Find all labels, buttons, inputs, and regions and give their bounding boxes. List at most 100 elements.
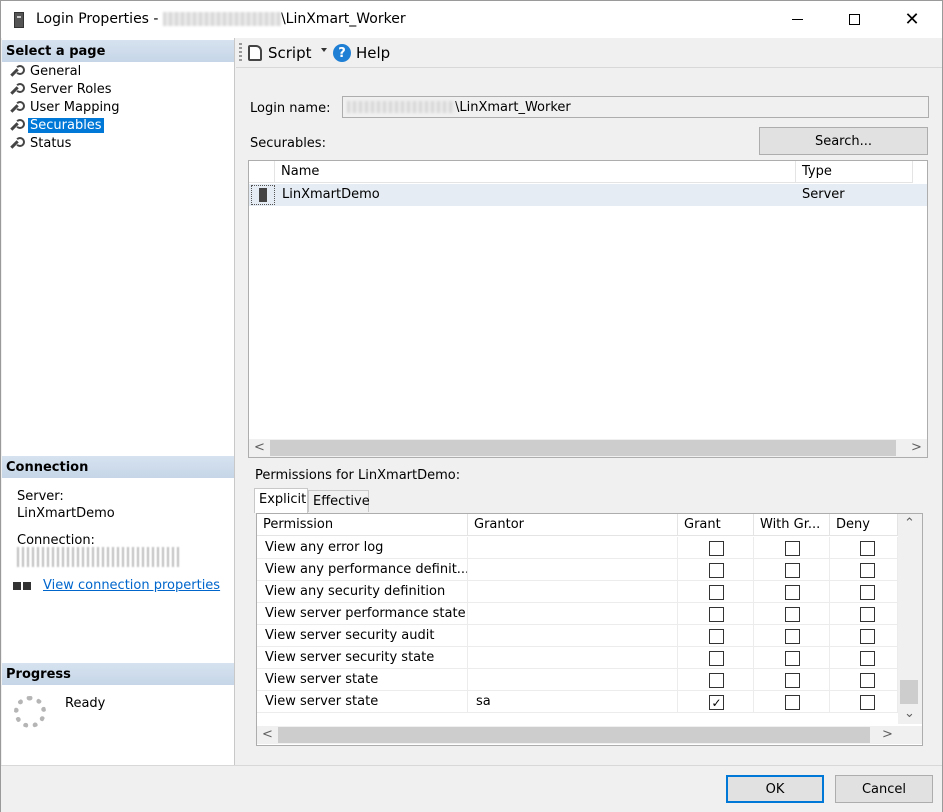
progress-status: Ready	[65, 696, 106, 711]
script-dropdown-arrow-icon[interactable]	[321, 48, 327, 52]
permission-name: View server state	[257, 669, 468, 691]
server-value: LinXmartDemo	[17, 506, 115, 521]
page-item-label: Securables	[28, 117, 104, 133]
deny-checkbox[interactable]	[860, 651, 875, 666]
redacted-login-domain	[162, 12, 281, 26]
window-title-suffix: \LinXmart_Worker	[280, 11, 406, 27]
view-connection-properties[interactable]: View connection properties	[13, 578, 220, 593]
grant-checkbox[interactable]: ✓	[709, 695, 724, 710]
column-header-grant[interactable]: Grant	[678, 514, 754, 536]
grant-checkbox[interactable]	[709, 607, 724, 622]
grant-checkbox[interactable]	[709, 651, 724, 666]
column-header-with-grant[interactable]: With Gr...	[754, 514, 830, 536]
with-grant-checkbox[interactable]	[785, 629, 800, 644]
column-header-name[interactable]: Name	[275, 161, 796, 183]
with-grant-checkbox[interactable]	[785, 541, 800, 556]
with-grant-checkbox[interactable]	[785, 673, 800, 688]
view-connection-properties-link[interactable]: View connection properties	[43, 578, 220, 593]
page-item-general[interactable]: General	[9, 63, 83, 79]
deny-checkbox[interactable]	[860, 629, 875, 644]
maximize-icon	[848, 14, 860, 25]
connection-header: Connection	[2, 456, 234, 478]
table-row[interactable]: LinXmartDemo Server	[249, 184, 927, 206]
grant-checkbox[interactable]	[709, 563, 724, 578]
grant-checkbox[interactable]	[709, 541, 724, 556]
deny-checkbox[interactable]	[860, 585, 875, 600]
deny-checkbox[interactable]	[860, 541, 875, 556]
row-selector[interactable]	[251, 185, 275, 205]
grant-checkbox[interactable]	[709, 629, 724, 644]
wrench-icon	[9, 82, 25, 96]
table-row[interactable]: View server security audit	[257, 625, 898, 647]
grid-corner	[249, 161, 275, 183]
permissions-label: Permissions for LinXmartDemo:	[255, 468, 461, 483]
toolbar-grip[interactable]	[239, 43, 242, 63]
script-button[interactable]: Script	[248, 42, 312, 64]
page-item-securables[interactable]: Securables	[9, 117, 104, 133]
column-header-type[interactable]: Type	[796, 161, 913, 183]
deny-checkbox[interactable]	[860, 563, 875, 578]
scroll-right-icon[interactable]: >	[911, 440, 922, 455]
permission-name: View server state	[257, 691, 468, 713]
scrollbar-thumb[interactable]	[278, 727, 870, 743]
tab-explicit[interactable]: Explicit	[254, 488, 308, 513]
column-header-grantor[interactable]: Grantor	[468, 514, 678, 536]
with-grant-checkbox[interactable]	[785, 563, 800, 578]
grant-checkbox[interactable]	[709, 673, 724, 688]
table-row[interactable]: View server performance state	[257, 603, 898, 625]
grant-checkbox[interactable]	[709, 585, 724, 600]
tab-effective[interactable]: Effective	[308, 490, 370, 512]
search-button[interactable]: Search...	[759, 127, 928, 155]
permission-name: View any performance definit...	[257, 559, 468, 581]
column-header-deny[interactable]: Deny	[830, 514, 898, 536]
table-row[interactable]: View any error log	[257, 537, 898, 559]
page-item-user-mapping[interactable]: User Mapping	[9, 99, 122, 115]
left-panel: Select a page General Server Roles User …	[2, 38, 235, 765]
title-bar: Login Properties - \LinXmart_Worker ✕	[1, 1, 942, 38]
table-row[interactable]: View server state sa ✓	[257, 691, 898, 713]
wrench-icon	[9, 136, 25, 150]
scrollbar-thumb[interactable]	[900, 680, 918, 704]
cancel-button[interactable]: Cancel	[835, 775, 933, 803]
progress-header: Progress	[2, 663, 234, 685]
with-grant-checkbox[interactable]	[785, 585, 800, 600]
permissions-horizontal-scrollbar[interactable]: < >	[257, 726, 922, 744]
script-icon	[248, 45, 262, 61]
permissions-vertical-scrollbar[interactable]: ⌃ ⌄	[898, 514, 922, 724]
securable-type: Server	[802, 187, 845, 202]
scrollbar-thumb[interactable]	[270, 440, 896, 456]
table-row[interactable]: View any security definition	[257, 581, 898, 603]
scroll-left-icon[interactable]: <	[254, 440, 265, 455]
select-page-header: Select a page	[2, 40, 234, 62]
close-button[interactable]: ✕	[889, 1, 935, 38]
login-name-value: \LinXmart_Worker	[455, 99, 571, 115]
with-grant-checkbox[interactable]	[785, 651, 800, 666]
redacted-connection-value	[17, 547, 182, 567]
securables-horizontal-scrollbar[interactable]: < >	[249, 439, 927, 457]
table-row[interactable]: View server security state	[257, 647, 898, 669]
help-button[interactable]: ? Help	[333, 42, 390, 64]
scroll-right-icon[interactable]: >	[882, 727, 893, 742]
securable-name: LinXmartDemo	[282, 187, 380, 202]
scroll-down-icon[interactable]: ⌄	[904, 706, 915, 721]
page-item-label: Server Roles	[30, 81, 112, 97]
page-item-status[interactable]: Status	[9, 135, 73, 151]
deny-checkbox[interactable]	[860, 607, 875, 622]
scroll-up-icon[interactable]: ⌃	[904, 516, 915, 531]
connection-label: Connection:	[17, 533, 95, 548]
table-row[interactable]: View any performance definit...	[257, 559, 898, 581]
minimize-button[interactable]	[774, 1, 820, 38]
maximize-button[interactable]	[831, 1, 877, 38]
table-row[interactable]: View server state	[257, 669, 898, 691]
with-grant-checkbox[interactable]	[785, 607, 800, 622]
scroll-left-icon[interactable]: <	[262, 727, 273, 742]
window-title-prefix: Login Properties -	[36, 11, 163, 27]
deny-checkbox[interactable]	[860, 673, 875, 688]
grantor	[468, 537, 678, 559]
deny-checkbox[interactable]	[860, 695, 875, 710]
column-header-permission[interactable]: Permission	[257, 514, 468, 536]
with-grant-checkbox[interactable]	[785, 695, 800, 710]
ok-button[interactable]: OK	[726, 775, 824, 803]
page-item-server-roles[interactable]: Server Roles	[9, 81, 114, 97]
grantor	[468, 603, 678, 625]
